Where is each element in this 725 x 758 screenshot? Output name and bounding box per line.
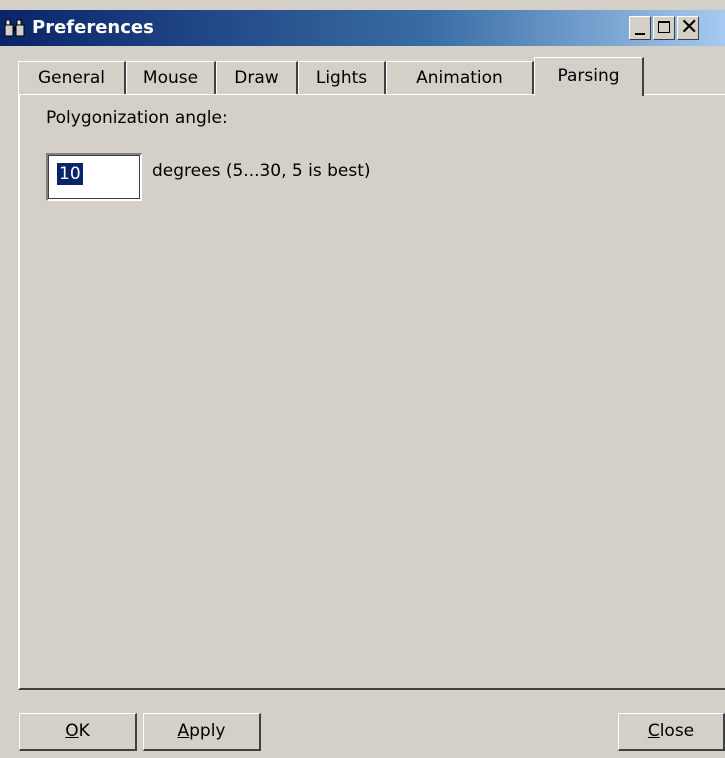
window-title: Preferences bbox=[32, 17, 154, 38]
close-icon: ✕ bbox=[680, 15, 699, 40]
close-accel: C bbox=[647, 721, 660, 741]
tab-draw[interactable]: Draw bbox=[216, 61, 298, 95]
close-label-rest: lose bbox=[659, 721, 695, 741]
ok-accel: O bbox=[65, 721, 79, 741]
minimize-icon bbox=[635, 33, 645, 35]
tab-mouse[interactable]: Mouse bbox=[126, 61, 216, 95]
tab-strip: General Mouse Draw Lights Animation Pars… bbox=[18, 57, 725, 96]
ok-label-rest: K bbox=[78, 721, 90, 741]
tab-general[interactable]: General bbox=[18, 61, 126, 95]
apply-label-rest: pply bbox=[189, 721, 226, 741]
angle-value-selected: 10 bbox=[57, 163, 83, 185]
apply-accel: A bbox=[177, 721, 190, 741]
polygonization-angle-label: Polygonization angle: bbox=[46, 108, 228, 128]
ok-button[interactable]: OK bbox=[19, 713, 137, 751]
binoculars-icon bbox=[4, 19, 25, 37]
apply-button[interactable]: Apply bbox=[143, 713, 261, 751]
parsing-panel: Polygonization angle: 10 degrees (5...30… bbox=[18, 94, 725, 690]
minimize-button[interactable] bbox=[629, 16, 651, 40]
maximize-icon bbox=[658, 21, 670, 33]
polygonization-angle-input[interactable]: 10 bbox=[46, 153, 142, 201]
tab-animation[interactable]: Animation bbox=[386, 61, 534, 95]
maximize-button[interactable] bbox=[653, 16, 675, 40]
close-button[interactable]: Close bbox=[618, 713, 725, 751]
tab-lights[interactable]: Lights bbox=[298, 61, 386, 95]
title-bar[interactable]: Preferences ✕ bbox=[0, 10, 725, 46]
degrees-hint: degrees (5...30, 5 is best) bbox=[152, 161, 371, 181]
close-window-button[interactable]: ✕ bbox=[677, 16, 699, 40]
tab-parsing[interactable]: Parsing bbox=[534, 57, 644, 96]
